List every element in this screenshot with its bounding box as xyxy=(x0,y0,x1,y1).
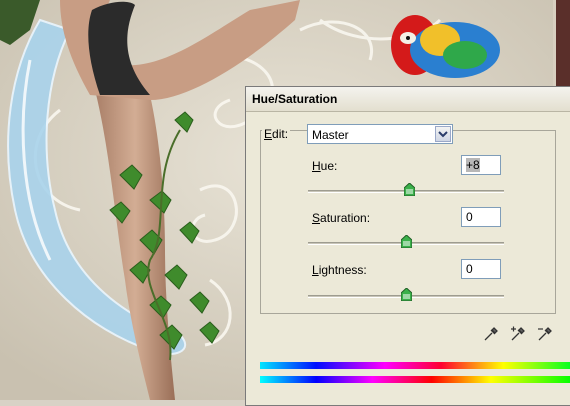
dialog-titlebar[interactable]: Hue/Saturation xyxy=(246,87,570,112)
saturation-slider-thumb[interactable] xyxy=(400,235,412,248)
hue-input[interactable]: +8 xyxy=(461,155,501,175)
dialog-title: Hue/Saturation xyxy=(252,92,338,106)
hue-saturation-dialog: Hue/Saturation Edit: Master Hue: +8 Satu… xyxy=(245,86,570,406)
hue-slider-thumb[interactable] xyxy=(404,183,416,196)
saturation-label: Saturation: xyxy=(312,211,371,225)
adjusted-color-spectrum-bar xyxy=(260,362,570,369)
saturation-input[interactable]: 0 xyxy=(461,207,501,227)
lightness-input[interactable]: 0 xyxy=(461,259,501,279)
original-color-spectrum-bar xyxy=(260,376,570,383)
chevron-down-icon[interactable] xyxy=(435,126,451,142)
edit-channel-select[interactable]: Master xyxy=(307,124,453,144)
edit-label: Edit: xyxy=(262,127,291,141)
lightness-label: Lightness: xyxy=(312,263,367,277)
eyedropper-minus-icon[interactable] xyxy=(536,325,554,343)
lightness-slider-thumb[interactable] xyxy=(400,288,412,301)
edit-select-value: Master xyxy=(312,128,349,142)
edit-group-box xyxy=(260,130,556,314)
hue-label: Hue: xyxy=(312,159,338,173)
eyedropper-icon[interactable] xyxy=(482,325,500,343)
eyedropper-plus-icon[interactable] xyxy=(509,325,527,343)
